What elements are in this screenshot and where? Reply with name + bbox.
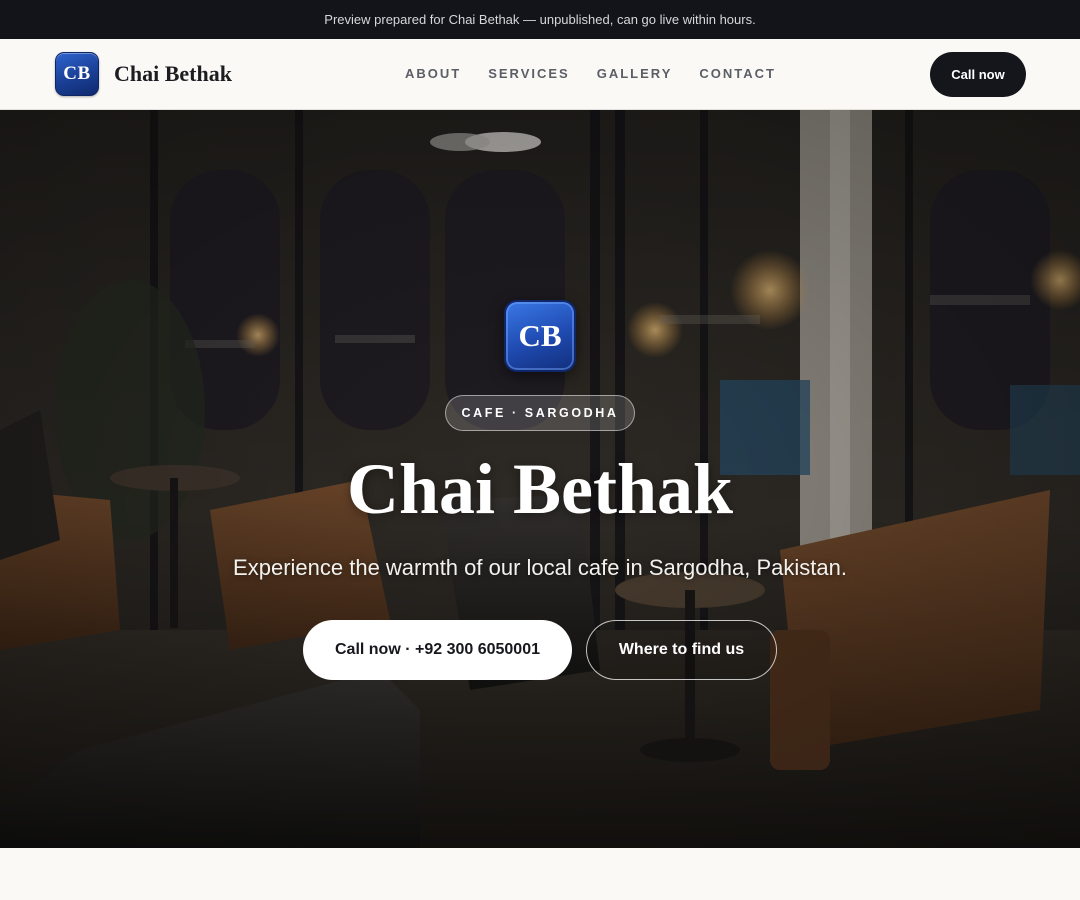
nav-link-services[interactable]: SERVICES [488, 66, 570, 81]
brand-name: Chai Bethak [114, 61, 232, 86]
brand-logo: CB [55, 52, 99, 96]
category-location-text: CAFE · SARGODHA [461, 406, 619, 420]
brand-home-link[interactable]: CB Chai Bethak [55, 52, 232, 96]
hero-title: Chai Bethak [346, 449, 734, 529]
nav-link-gallery[interactable]: GALLERY [597, 66, 673, 81]
next-section-start [0, 848, 1080, 900]
nav-link-contact[interactable]: CONTACT [699, 66, 776, 81]
hero-logo: CB [504, 300, 576, 372]
preview-banner: Preview prepared for Chai Bethak — unpub… [0, 0, 1080, 39]
hero-subtitle: Experience the warmth of our local cafe … [233, 555, 847, 580]
site-header: CB Chai Bethak ABOUT SERVICES GALLERY CO… [0, 39, 1080, 110]
category-location-badge: CAFE · SARGODHA [445, 395, 635, 431]
hero-section: CB CAFE · SARGODHA Chai Bethak Experienc… [0, 110, 1080, 848]
preview-banner-text: Preview prepared for Chai Bethak — unpub… [324, 12, 756, 27]
call-now-phone-button[interactable]: Call now · +92 300 6050001 [303, 620, 572, 680]
brand-logo-initials: CB [63, 63, 91, 84]
header-call-button[interactable]: Call now [930, 52, 1026, 97]
find-us-button[interactable]: Where to find us [586, 620, 777, 680]
main-nav: ABOUT SERVICES GALLERY CONTACT [405, 66, 776, 81]
nav-link-about[interactable]: ABOUT [405, 66, 461, 81]
hero-logo-initials: CB [518, 318, 562, 353]
